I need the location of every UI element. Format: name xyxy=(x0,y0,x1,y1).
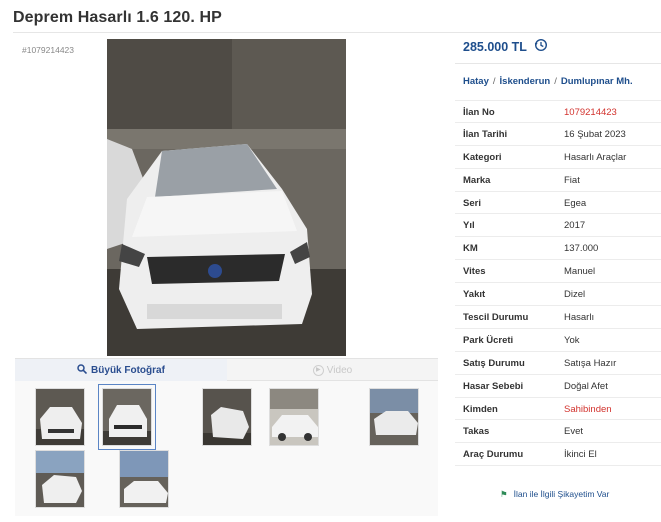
attribute-row: Yakıt Dizel xyxy=(455,283,661,307)
attribute-key: Araç Durumu xyxy=(463,449,524,461)
attribute-value: Egea xyxy=(564,197,587,209)
attribute-key: İlan Tarihi xyxy=(463,128,508,140)
breadcrumb-separator: / xyxy=(554,76,557,87)
location-breadcrumb: Hatay / İskenderun / Dumlupınar Mh. xyxy=(463,76,633,87)
magnifier-icon xyxy=(77,364,88,377)
attribute-row: Yıl 2017 xyxy=(455,214,661,238)
thumbnail-selected[interactable] xyxy=(98,384,156,450)
thumbnail[interactable] xyxy=(269,388,319,446)
attribute-row: Park Ücreti Yok xyxy=(455,329,661,352)
attribute-key: Yakıt xyxy=(463,289,486,301)
attribute-value: Hasarlı Araçlar xyxy=(564,151,627,163)
attribute-key: Takas xyxy=(463,426,490,438)
attribute-key: KM xyxy=(463,243,478,255)
attribute-value: Yok xyxy=(564,334,580,346)
attribute-row: İlan Tarihi 16 Şubat 2023 xyxy=(455,123,661,146)
thumbnail-strip xyxy=(15,381,438,516)
attribute-value: Manuel xyxy=(564,266,596,278)
attribute-value: Doğal Afet xyxy=(564,380,608,392)
attribute-value: Hasarlı xyxy=(564,312,595,324)
attribute-row: Kimden Sahibinden xyxy=(455,398,661,421)
attribute-key: Seri xyxy=(463,197,481,209)
tab-big-photo-label: Büyük Fotoğraf xyxy=(91,365,165,376)
attribute-row: İlan No 1079214423 xyxy=(455,100,661,123)
attribute-value: Dizel xyxy=(564,289,586,301)
attribute-key: Park Ücreti xyxy=(463,334,514,346)
location-neighborhood[interactable]: Dumlupınar Mh. xyxy=(561,76,633,87)
attribute-row: Seri Egea xyxy=(455,192,661,215)
attribute-key: İlan No xyxy=(463,107,495,118)
attribute-value: 1079214423 xyxy=(564,107,617,118)
attribute-key: Kategori xyxy=(463,151,502,163)
price: 285.000 TL xyxy=(463,40,527,54)
complaint-link[interactable]: ⚑ İlan ile İlgili Şikayetim Var xyxy=(500,489,609,500)
thumbnail[interactable] xyxy=(35,450,85,508)
attribute-table: İlan No 1079214423 İlan Tarihi 16 Şubat 20… xyxy=(455,100,661,467)
listing-id-label: #1079214423 xyxy=(22,45,75,55)
tab-video[interactable]: ▶ Video xyxy=(227,359,438,382)
thumbnail[interactable] xyxy=(202,388,252,446)
attribute-value: Satışa Hazır xyxy=(564,357,617,369)
attribute-row: Vites Manuel xyxy=(455,260,661,284)
attribute-key: Kimden xyxy=(463,403,498,415)
attribute-row: Hasar Sebebi Doğal Afet xyxy=(455,375,661,398)
attribute-row: Takas Evet xyxy=(455,420,661,444)
attribute-row: KM 137.000 xyxy=(455,237,661,261)
attribute-key: Hasar Sebebi xyxy=(463,380,524,392)
attribute-row: Araç Durumu İkinci El xyxy=(455,443,661,467)
tab-big-photo[interactable]: Büyük Fotoğraf xyxy=(15,359,227,382)
attribute-row: Kategori Hasarlı Araçlar xyxy=(455,146,661,169)
thumbnail[interactable] xyxy=(35,388,85,446)
attribute-key: Marka xyxy=(463,174,491,186)
attribute-row: Tescil Durumu Hasarlı xyxy=(455,306,661,329)
attribute-value: 2017 xyxy=(564,220,586,232)
location-city[interactable]: Hatay xyxy=(463,76,489,87)
attribute-row: Marka Fiat xyxy=(455,169,661,192)
title-divider xyxy=(13,32,661,33)
flag-icon: ⚑ xyxy=(500,489,508,499)
price-divider xyxy=(455,63,661,64)
attribute-value: Evet xyxy=(564,426,584,438)
attribute-key: Vites xyxy=(463,266,486,278)
thumbnail[interactable] xyxy=(369,388,419,446)
photo-tabs: Büyük Fotoğraf ▶ Video xyxy=(15,358,438,382)
play-icon: ▶ xyxy=(312,365,324,376)
thumbnail[interactable] xyxy=(119,450,169,508)
attribute-value: Sahibinden xyxy=(564,403,612,415)
attribute-key: Satış Durumu xyxy=(463,357,525,369)
attribute-value: 16 Şubat 2023 xyxy=(564,128,626,140)
tab-video-label: Video xyxy=(326,365,353,376)
attribute-key: Yıl xyxy=(463,220,475,232)
attribute-value: 137.000 xyxy=(564,243,599,255)
location-district[interactable]: İskenderun xyxy=(500,76,551,87)
history-icon[interactable] xyxy=(534,38,548,52)
complaint-link-label: İlan ile İlgili Şikayetim Var xyxy=(513,489,610,499)
attribute-key: Tescil Durumu xyxy=(463,312,529,324)
attribute-row: Satış Durumu Satışa Hazır xyxy=(455,352,661,375)
attribute-value: Fiat xyxy=(564,174,580,186)
attribute-value: İkinci El xyxy=(564,449,597,461)
breadcrumb-separator: / xyxy=(492,76,496,87)
listing-title: Deprem Hasarlı 1.6 120. HP xyxy=(13,9,222,26)
main-photo[interactable] xyxy=(107,39,346,356)
